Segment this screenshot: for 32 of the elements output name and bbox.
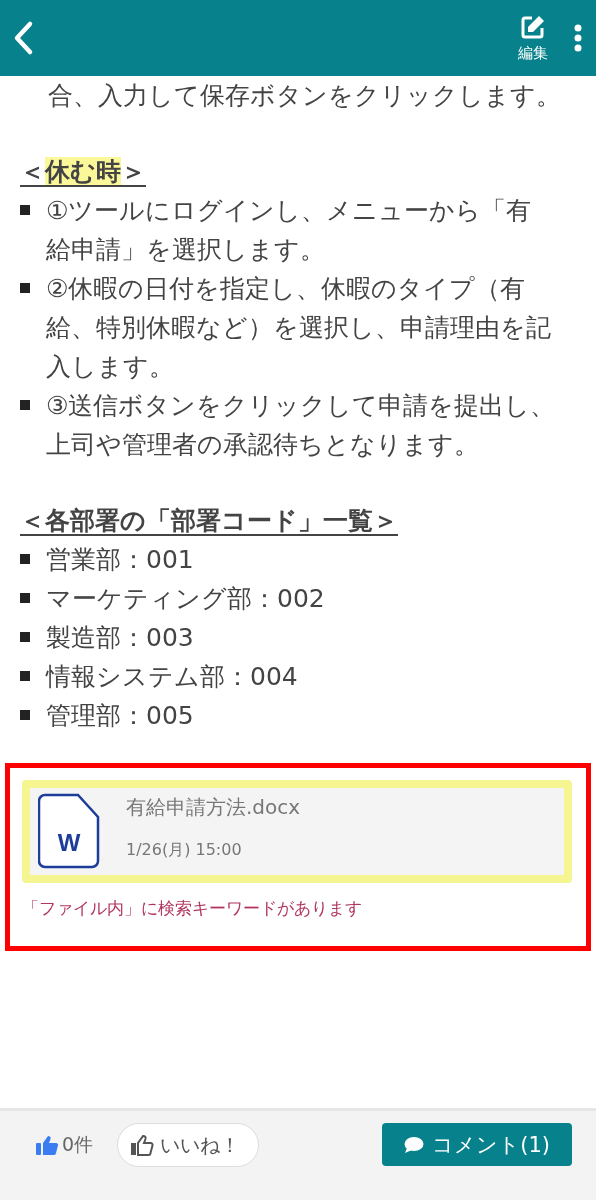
list-item-text: 管理部：005 [46,700,195,732]
thumbs-up-icon [36,1135,58,1155]
file-name: 有給申請方法.docx [126,794,301,821]
file-card[interactable]: W 有給申請方法.docx 1/26(月) 15:00 [22,780,572,883]
section-heading: ＜各部署の「部署コード」一覧＞ [20,505,398,537]
bullet-icon [20,593,30,603]
thumbs-up-icon [130,1134,155,1156]
speech-bubble-icon [404,1135,425,1154]
bullet-icon [20,671,30,681]
bullet-icon [20,554,30,564]
bullet-icon [20,205,30,215]
list-item-text: ③送信ボタンをクリックして申請を提出し、上司や管理者の承認待ちとなります。 [46,390,556,461]
list-item-text: マーケティング部：002 [46,583,326,615]
list-item-text: 製造部：003 [46,622,195,654]
list-item-text: 情報システム部：004 [46,661,299,693]
bullet-icon [20,632,30,642]
like-button[interactable]: いいね！ [117,1123,260,1167]
paragraph-text: 合、入力して保存ボタンをクリックします。 [47,80,562,112]
file-date: 1/26(月) 15:00 [126,839,243,861]
search-hit-note: 「ファイル内」に検索キーワードがあります [22,897,363,920]
bullet-icon [20,710,30,720]
word-file-icon: W [38,792,100,869]
like-count: 0件 [62,1132,94,1157]
bullet-icon [20,283,30,293]
bullet-icon [20,400,30,410]
edit-button[interactable]: 編集 [518,13,548,63]
list-item-text: 営業部：001 [46,544,195,576]
list-item-text: ②休暇の日付を指定し、休暇のタイプ（有給、特別休暇など）を選択し、申請理由を記入します。 [46,273,552,383]
edit-icon [520,13,546,40]
list-item-text: ①ツールにログインし、メニューから「有給申請」を選択します。 [46,195,533,266]
comment-button[interactable]: コメント(1) [382,1123,572,1166]
more-options-icon[interactable] [574,24,582,52]
